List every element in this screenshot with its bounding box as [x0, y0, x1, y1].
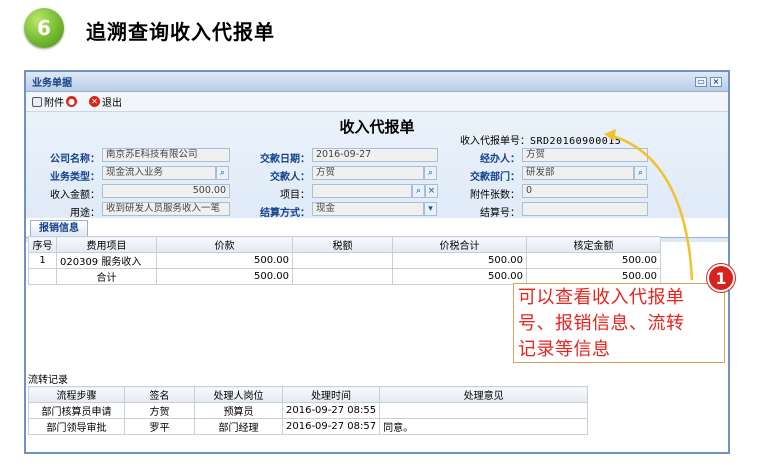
table-row[interactable]: 部门核算员申请 方贺 预算员 2016-09-27 08:55: [28, 402, 589, 419]
cell-opinion: 同意。: [379, 418, 589, 435]
col-position: 处理人岗位: [194, 386, 283, 403]
attach-label: 附件: [44, 98, 64, 109]
cell-total-price: 500.00: [156, 268, 293, 285]
attach-button[interactable]: 附件 ●: [32, 94, 79, 109]
cell-position: 部门经理: [194, 418, 283, 435]
dept-label: 交款部门：: [470, 172, 520, 183]
document-number-label: 收入代报单号：: [460, 136, 530, 147]
settle-label: 结算方式：: [260, 208, 310, 219]
step-title: 追溯查询收入代报单: [86, 20, 275, 44]
col-time: 处理时间: [281, 386, 381, 403]
cell-total-blank: [28, 268, 57, 285]
settle-dropdown-icon[interactable]: ▾: [424, 202, 437, 216]
payer-label: 交款人：: [270, 172, 310, 183]
callout-line-3: 记录等信息: [518, 339, 611, 360]
cell-step: 部门核算员申请: [28, 402, 125, 419]
project-search-icon[interactable]: ⌕: [412, 184, 425, 198]
close-icon[interactable]: ×: [710, 76, 722, 87]
cell-sum: 500.00: [392, 252, 527, 269]
exit-button[interactable]: ✕ 退出: [87, 94, 122, 109]
flow-table: 流程步骤 签名 处理人岗位 处理时间 处理意见 部门核算员申请 方贺 预算员 2…: [28, 386, 589, 435]
attach-count-label: 附件张数：: [470, 190, 520, 201]
col-index: 序号: [28, 236, 57, 253]
col-item: 费用项目: [56, 236, 157, 253]
project-label: 项目：: [280, 190, 310, 201]
document-number-value: SRD20160900015: [530, 136, 622, 147]
document-window: 业务单据 ▭ × 附件 ● ✕ 退出 收入代报单 收入代报单号：SRD20160…: [24, 70, 730, 454]
payer-search-icon[interactable]: ⌕: [424, 166, 437, 180]
col-price: 价款: [156, 236, 293, 253]
col-approved: 核定金额: [526, 236, 661, 253]
badge-icon: ●: [66, 96, 77, 107]
cell-price: 500.00: [156, 252, 293, 269]
company-label: 公司名称：: [50, 154, 100, 165]
amount-label: 收入金额：: [50, 190, 100, 201]
biztype-search-icon[interactable]: ⌕: [216, 166, 229, 180]
project-field[interactable]: [312, 184, 412, 198]
biztype-label: 业务类型：: [50, 172, 100, 183]
cell-approved: 500.00: [526, 252, 661, 269]
project-clear-icon[interactable]: ×: [425, 184, 438, 198]
col-opinion: 处理意见: [379, 386, 589, 403]
expense-table: 序号 费用项目 价款 税额 价税合计 核定金额 1 020309 服务收入 50…: [28, 236, 661, 285]
purpose-label: 用途：: [70, 208, 100, 219]
cell-total-sum: 500.00: [392, 268, 527, 285]
window-titlebar: 业务单据 ▭ ×: [26, 72, 728, 92]
callout-number-badge: 1: [707, 264, 735, 292]
callout-line-1: 可以查看收入代报单: [518, 287, 685, 308]
cell-signer: 方贺: [124, 402, 195, 419]
cell-position: 预算员: [194, 402, 283, 419]
cell-total-label: 合计: [56, 268, 157, 285]
purpose-field[interactable]: 收到研发人员服务收入一笔: [102, 202, 230, 216]
settle-no-label: 结算号：: [480, 208, 520, 219]
cell-time: 2016-09-27 08:55: [281, 402, 381, 419]
col-signer: 签名: [124, 386, 195, 403]
table-row[interactable]: 1 020309 服务收入 500.00 500.00 500.00: [28, 252, 661, 269]
cell-opinion: [379, 402, 589, 419]
handler-label: 经办人：: [480, 154, 520, 165]
biztype-field[interactable]: 现金流入业务: [102, 166, 216, 180]
amount-field[interactable]: 500.00: [102, 184, 230, 198]
exit-label: 退出: [102, 98, 122, 109]
paperclip-icon: [32, 96, 42, 107]
document-number: 收入代报单号：SRD20160900015: [460, 132, 621, 147]
cell-time: 2016-09-27 08:57: [281, 418, 381, 435]
step-number-badge: 6: [24, 8, 64, 48]
toolbar: 附件 ● ✕ 退出: [26, 92, 728, 112]
dept-field[interactable]: 研发部: [522, 166, 634, 180]
tab-bar: 报销信息: [26, 218, 728, 238]
cell-tax: [292, 252, 393, 269]
table-row[interactable]: 部门领导审批 罗平 部门经理 2016-09-27 08:57 同意。: [28, 418, 589, 435]
cell-index: 1: [28, 252, 57, 269]
cell-signer: 罗平: [124, 418, 195, 435]
document-title: 收入代报单: [339, 118, 415, 136]
settle-no-field[interactable]: [522, 202, 648, 216]
date-field[interactable]: 2016-09-27: [312, 148, 438, 162]
cell-total-tax: [292, 268, 393, 285]
window-title: 业务单据: [32, 78, 72, 89]
handler-field[interactable]: 方贺: [522, 148, 648, 162]
settle-field[interactable]: 现金: [312, 202, 424, 216]
restore-icon[interactable]: ▭: [695, 76, 707, 87]
col-tax: 税额: [292, 236, 393, 253]
exit-icon: ✕: [89, 96, 100, 107]
flow-header-row: 流程步骤 签名 处理人岗位 处理时间 处理意见: [28, 386, 589, 403]
expense-header-row: 序号 费用项目 价款 税额 价税合计 核定金额: [28, 236, 661, 253]
annotation-callout: 可以查看收入代报单 号、报销信息、流转 记录等信息: [513, 283, 725, 363]
col-step: 流程步骤: [28, 386, 125, 403]
payer-field[interactable]: 方贺: [312, 166, 424, 180]
callout-line-2: 号、报销信息、流转: [518, 313, 685, 334]
company-field[interactable]: 南京苏E科技有限公司: [102, 148, 230, 162]
col-sum: 价税合计: [392, 236, 527, 253]
cell-step: 部门领导审批: [28, 418, 125, 435]
dept-search-icon[interactable]: ⌕: [634, 166, 647, 180]
cell-item: 020309 服务收入: [56, 252, 157, 269]
flow-section-label: 流转记录: [28, 375, 68, 386]
date-label: 交款日期：: [260, 154, 310, 165]
attach-count-field[interactable]: 0: [522, 184, 648, 198]
